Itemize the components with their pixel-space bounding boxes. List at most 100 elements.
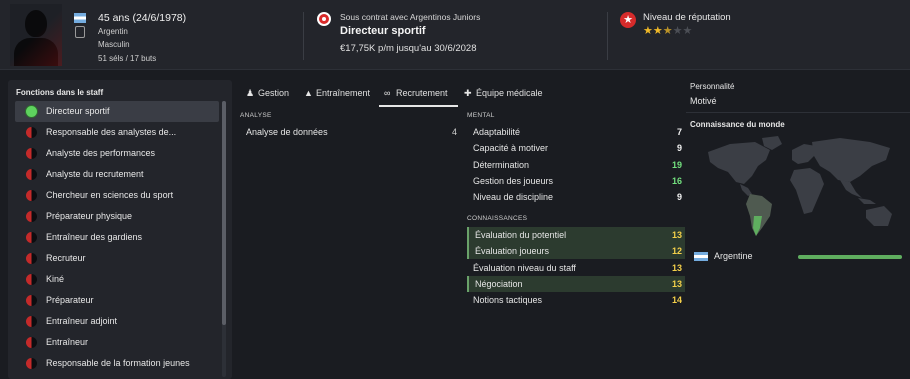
tab-label: Entraînement bbox=[316, 88, 371, 98]
attribute-row: Évaluation niveau du staff 13 bbox=[467, 260, 685, 276]
map-asia bbox=[812, 138, 890, 182]
tab-entrainement[interactable]: ▲ Entraînement bbox=[304, 83, 370, 107]
staff-role-item[interactable]: Entraîneur bbox=[15, 332, 219, 353]
contract-wage: €17,75K p/m jusqu'au 30/6/2028 bbox=[340, 43, 477, 54]
tab-label: Gestion bbox=[258, 88, 290, 98]
map-australia bbox=[866, 206, 892, 226]
attribute-value: 13 bbox=[671, 278, 682, 289]
attribute-name: Niveau de discipline bbox=[473, 192, 554, 203]
map-indonesia bbox=[858, 198, 876, 204]
staff-role-label: Entraîneur des gardiens bbox=[46, 232, 143, 242]
attribute-name: Évaluation du potentiel bbox=[475, 230, 567, 240]
attribute-name: Notions tactiques bbox=[473, 295, 543, 306]
attribute-value: 13 bbox=[671, 230, 682, 240]
role-inactive-indicator-icon bbox=[26, 232, 37, 243]
staff-role-label: Responsable des analystes de... bbox=[46, 127, 177, 137]
staff-role-label: Préparateur bbox=[46, 295, 94, 305]
attribute-row: Adaptabilité 7 bbox=[467, 124, 685, 140]
job-role: Directeur sportif bbox=[340, 25, 426, 37]
attribute-name: Évaluation joueurs bbox=[475, 246, 550, 257]
staff-role-label: Responsable de la formation jeunes bbox=[46, 358, 190, 368]
staff-role-label: Analyste des performances bbox=[46, 148, 156, 158]
avatar-background bbox=[10, 4, 62, 66]
avatar bbox=[10, 4, 62, 66]
country-name: Argentine bbox=[714, 251, 753, 261]
role-inactive-indicator-icon bbox=[26, 127, 37, 138]
role-inactive-indicator-icon bbox=[26, 358, 37, 369]
attribute-name: Détermination bbox=[473, 159, 530, 170]
attribute-name: Adaptabilité bbox=[473, 127, 521, 137]
staff-roles-title: Fonctions dans le staff bbox=[16, 88, 104, 97]
staff-role-item[interactable]: Recruteur bbox=[15, 248, 219, 269]
role-inactive-indicator-icon bbox=[26, 316, 37, 327]
attribute-name: Capacité à motiver bbox=[473, 143, 549, 154]
staff-role-item[interactable]: Responsable de la formation jeunes bbox=[15, 353, 219, 374]
staff-role-label: Directeur sportif bbox=[46, 106, 110, 116]
international-caps: 51 séls / 17 buts bbox=[98, 54, 157, 63]
personality-value: Motivé bbox=[690, 96, 717, 106]
contract-club[interactable]: Sous contrat avec Argentinos Juniors bbox=[340, 12, 480, 22]
role-inactive-indicator-icon bbox=[26, 211, 37, 222]
staff-roles-list: Directeur sportif Responsable des analyst… bbox=[15, 101, 219, 374]
attribute-name: Gestion des joueurs bbox=[473, 175, 554, 186]
attribute-value: 12 bbox=[671, 246, 682, 257]
staff-role-item[interactable]: Chercheur en sciences du sport bbox=[15, 185, 219, 206]
attribute-row: Notions tactiques 14 bbox=[467, 292, 685, 308]
club-crest-icon[interactable] bbox=[317, 12, 331, 26]
staff-role-item[interactable]: Préparateur bbox=[15, 290, 219, 311]
staff-role-label: Préparateur physique bbox=[46, 211, 133, 221]
tab-equipe-medicale[interactable]: ✚ Équipe médicale bbox=[464, 83, 543, 107]
attribute-row: Évaluation joueurs 12 bbox=[467, 243, 685, 260]
tab-label: Recrutement bbox=[396, 88, 448, 98]
gender: Masculin bbox=[98, 40, 130, 49]
attribute-name: Analyse de données bbox=[246, 127, 328, 137]
reputation-label: Niveau de réputation bbox=[643, 12, 731, 23]
personality-panel: Personnalité Motivé Connaissance du mond… bbox=[686, 80, 910, 379]
star-half-icon: ★ bbox=[662, 25, 673, 37]
attribute-row: Évaluation du potentiel 13 bbox=[467, 227, 685, 243]
role-inactive-indicator-icon bbox=[26, 295, 37, 306]
attribute-row: Négociation 13 bbox=[467, 275, 685, 292]
attribute-name: Négociation bbox=[475, 278, 523, 289]
role-inactive-indicator-icon bbox=[26, 337, 37, 348]
role-inactive-indicator-icon bbox=[26, 253, 37, 264]
role-active-indicator-icon bbox=[26, 106, 37, 117]
knowledge-bar-fill bbox=[798, 255, 902, 259]
staff-role-label: Entraîneur bbox=[46, 337, 89, 347]
star-full-icon: ★ bbox=[652, 25, 663, 37]
profile-header: 45 ans (24/6/1978) Argentin Masculin 51 … bbox=[0, 0, 910, 70]
attribute-value: 4 bbox=[451, 127, 457, 137]
medical-kit-icon: ✚ bbox=[464, 88, 472, 98]
tab-gestion[interactable]: ♟ Gestion bbox=[246, 83, 289, 107]
attribute-value: 16 bbox=[671, 175, 682, 186]
age-dob: 45 ans (24/6/1978) bbox=[98, 12, 187, 24]
staff-role-item[interactable]: Directeur sportif bbox=[15, 101, 219, 122]
divider bbox=[686, 112, 910, 113]
staff-role-label: Recruteur bbox=[46, 253, 86, 263]
staff-role-item[interactable]: Responsable des analystes de... bbox=[15, 122, 219, 143]
tab-recrutement[interactable]: ∞ Recrutement bbox=[379, 83, 458, 107]
country-knowledge-row: Argentine bbox=[690, 250, 906, 264]
star-empty-icon: ★ bbox=[672, 25, 683, 37]
header-divider bbox=[607, 12, 608, 60]
role-inactive-indicator-icon bbox=[26, 148, 37, 159]
map-north-america bbox=[708, 142, 770, 184]
attribute-row: Détermination 19 bbox=[467, 157, 685, 173]
person-icon: ♟ bbox=[246, 88, 255, 98]
staff-role-item[interactable]: Entraîneur adjoint bbox=[15, 311, 219, 332]
argentina-flag-icon bbox=[694, 252, 708, 261]
star-empty-icon: ★ bbox=[682, 25, 693, 37]
reputation-stars: ★★★★★ bbox=[643, 24, 692, 37]
argentina-flag-icon bbox=[74, 13, 86, 23]
staff-role-item[interactable]: Entraîneur des gardiens bbox=[15, 227, 219, 248]
attribute-value: 19 bbox=[671, 159, 682, 170]
staff-role-item[interactable]: Préparateur physique bbox=[15, 206, 219, 227]
staff-role-label: Entraîneur adjoint bbox=[46, 316, 118, 326]
staff-role-item[interactable]: Kiné bbox=[15, 269, 219, 290]
staff-role-item[interactable]: Analyste du recrutement bbox=[15, 164, 219, 185]
scrollbar-thumb[interactable] bbox=[222, 101, 226, 325]
attribute-tabs: ♟ Gestion ▲ Entraînement ∞ Recrutement ✚ Équ… bbox=[238, 83, 682, 107]
id-badge-icon bbox=[75, 26, 85, 38]
staff-role-item[interactable]: Analyste des performances bbox=[15, 143, 219, 164]
attribute-value: 9 bbox=[676, 192, 682, 203]
